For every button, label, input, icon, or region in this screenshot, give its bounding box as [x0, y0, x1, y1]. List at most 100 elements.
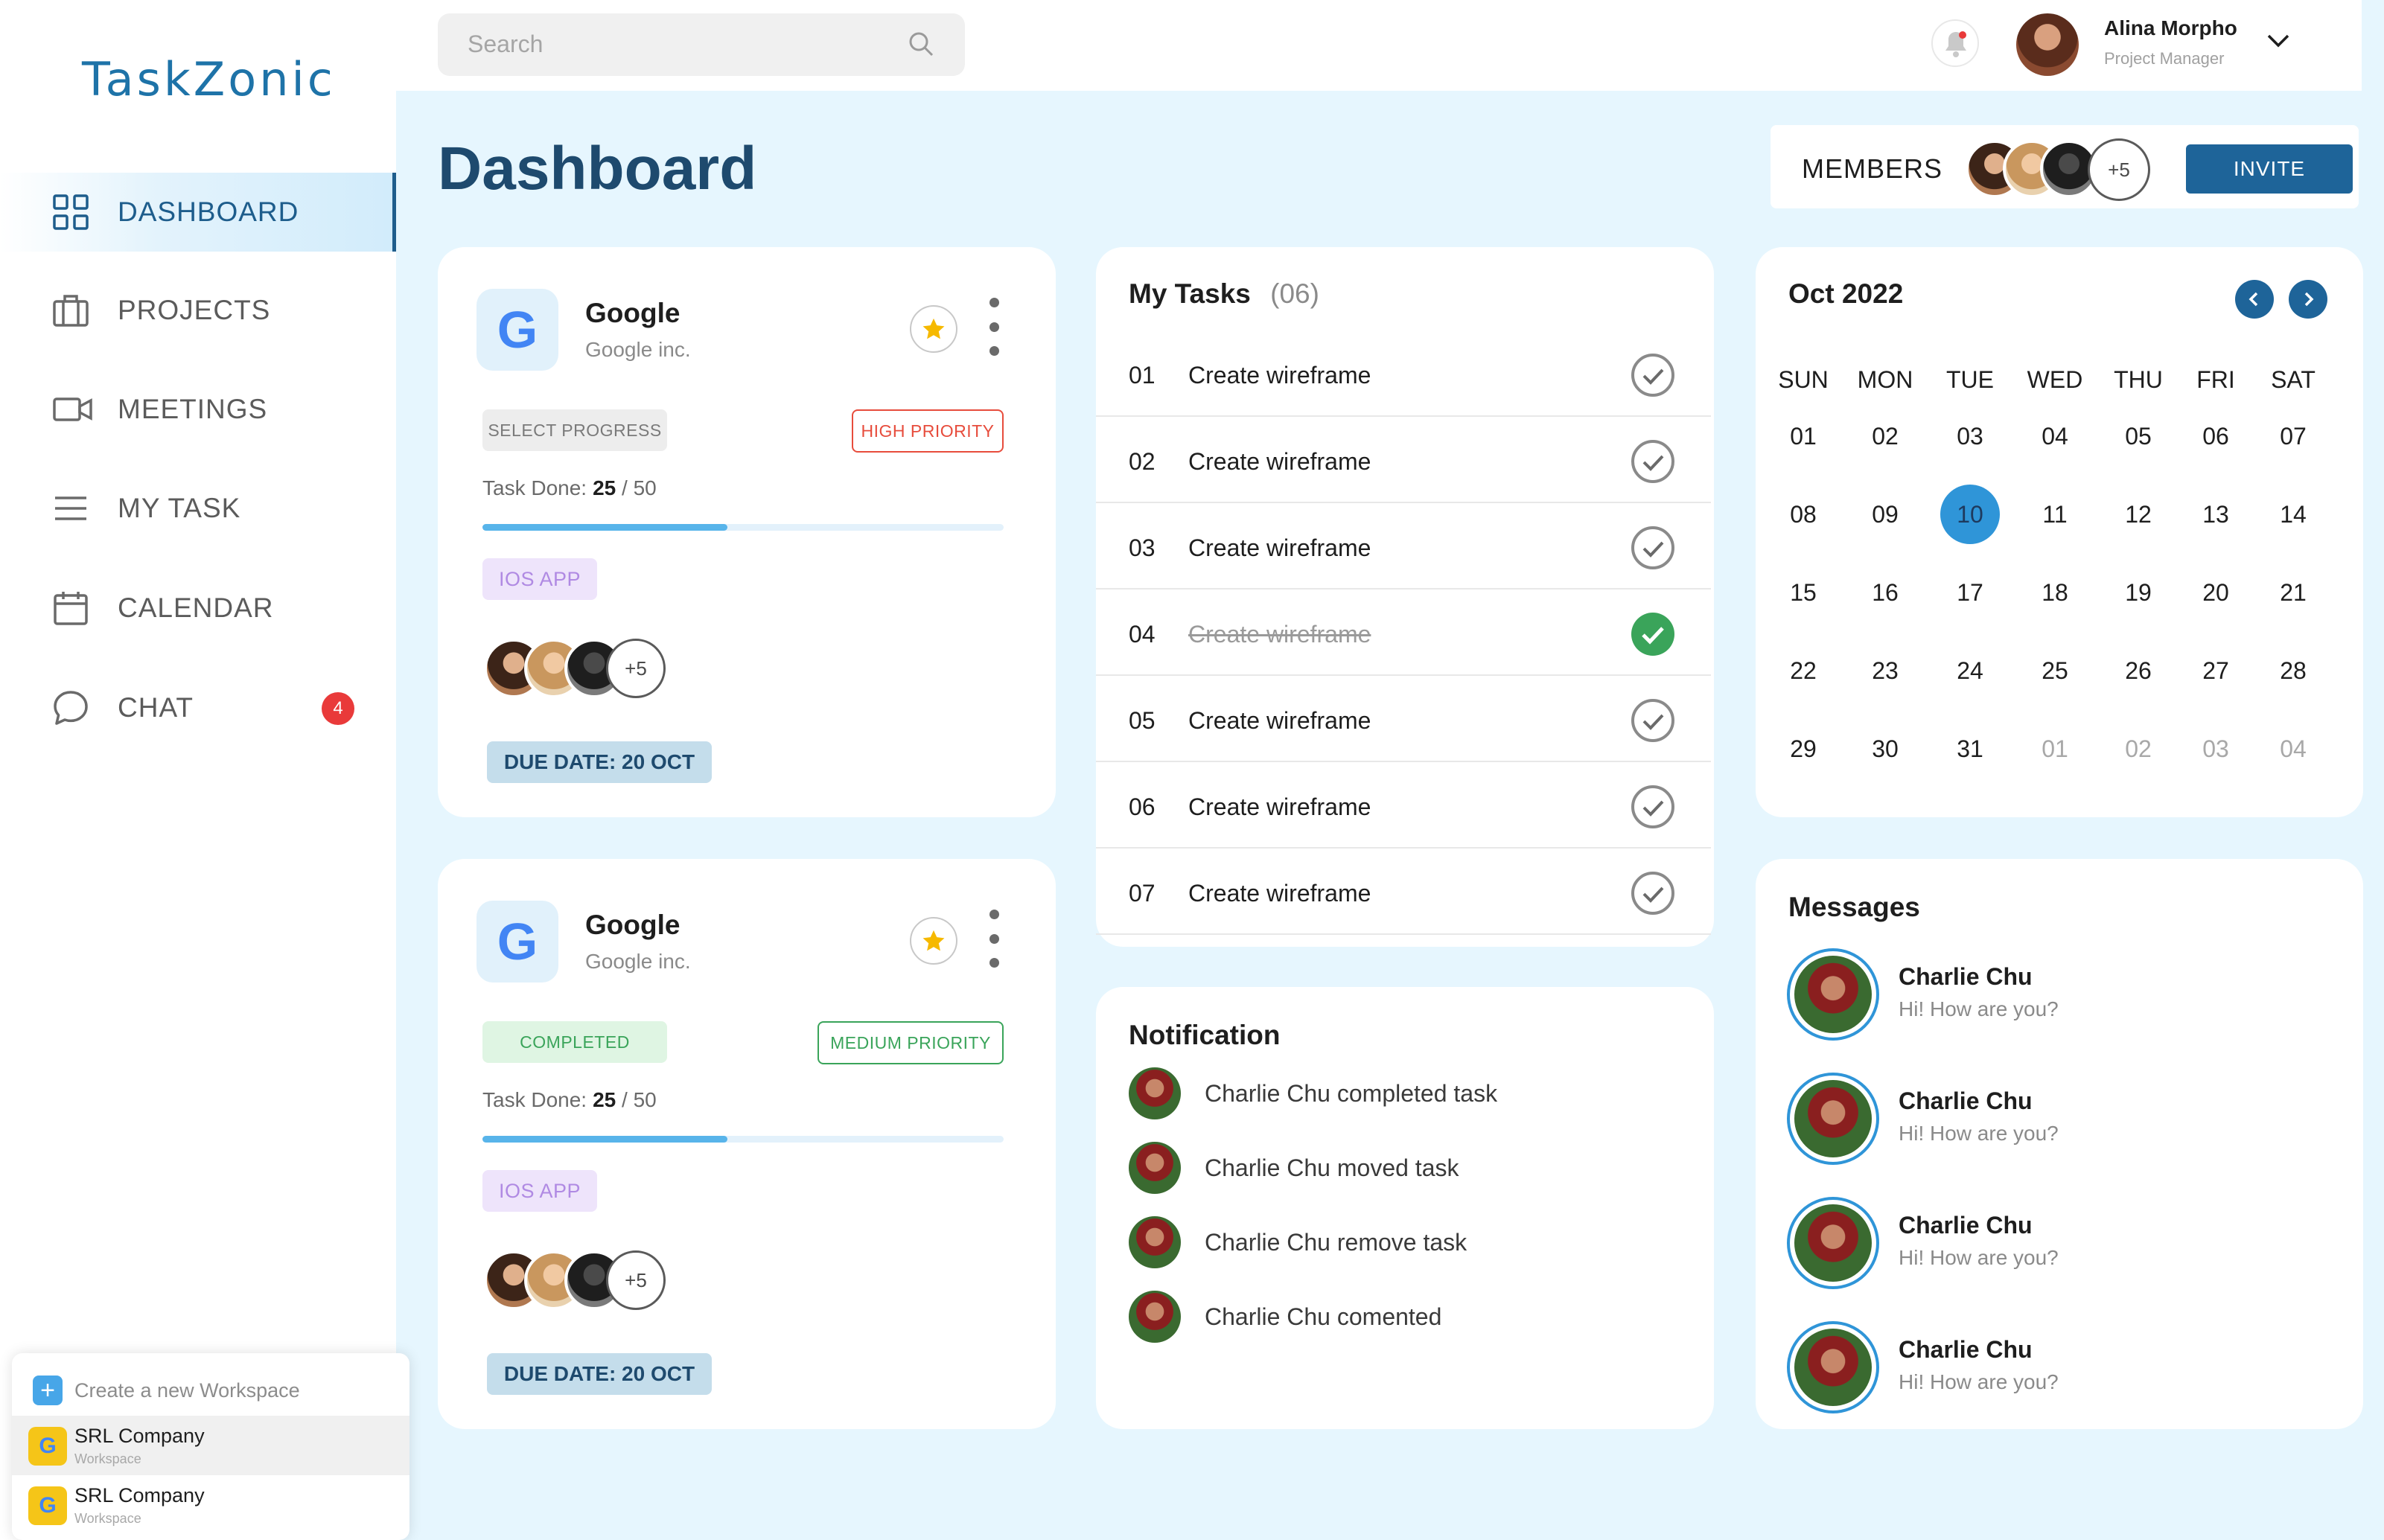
more-members-count[interactable]: +5	[2088, 138, 2150, 201]
notification-item[interactable]: Charlie Chu completed task	[1129, 1067, 1497, 1119]
calendar-day[interactable]: 20	[2186, 563, 2246, 622]
calendar-day[interactable]: 29	[1773, 719, 1833, 779]
due-date-badge: DUE DATE: 20 OCT	[487, 741, 712, 783]
calendar-day[interactable]: 01	[1773, 406, 1833, 466]
check-circle-icon[interactable]	[1631, 785, 1675, 829]
calendar-day[interactable]: 17	[1940, 563, 2000, 622]
calendar-day[interactable]: 19	[2109, 563, 2168, 622]
check-circle-icon[interactable]	[1631, 871, 1675, 916]
priority-badge: HIGH PRIORITY	[852, 409, 1004, 453]
plus-icon: +	[33, 1376, 63, 1405]
task-row[interactable]: 06 Create wireframe	[1096, 762, 1711, 849]
workspace-item[interactable]: G SRL Company Workspace	[12, 1475, 409, 1535]
calendar-day[interactable]: 03	[1940, 406, 2000, 466]
project-name: Google	[585, 910, 681, 940]
calendar-day[interactable]: 02	[2109, 719, 2168, 779]
progress-select[interactable]: SELECT PROGRESS	[482, 409, 667, 451]
calendar-day[interactable]: 21	[2263, 563, 2323, 622]
check-circle-filled-icon[interactable]	[1631, 612, 1675, 656]
check-circle-icon[interactable]	[1631, 353, 1675, 397]
chevron-down-icon[interactable]	[2265, 30, 2292, 52]
calendar-day[interactable]: 30	[1855, 719, 1915, 779]
calendar-day[interactable]: 04	[2025, 406, 2085, 466]
more-members-count[interactable]: +5	[606, 1250, 666, 1310]
calendar-day[interactable]: 13	[2186, 485, 2246, 544]
calendar-day[interactable]: 27	[2186, 641, 2246, 700]
calendar-day[interactable]: 09	[1855, 485, 1915, 544]
check-circle-icon[interactable]	[1631, 439, 1675, 484]
message-item[interactable]: Charlie Chu Hi! How are you?	[1787, 948, 2308, 1041]
calendar-day[interactable]: 15	[1773, 563, 1833, 622]
next-month-button[interactable]	[2289, 280, 2327, 319]
calendar-day[interactable]: 07	[2263, 406, 2323, 466]
calendar-day[interactable]: 31	[1940, 719, 2000, 779]
calendar-day[interactable]: 23	[1855, 641, 1915, 700]
calendar-day[interactable]: 06	[2186, 406, 2246, 466]
app-logo[interactable]: TaskZonic	[82, 52, 336, 106]
calendar-day[interactable]: 22	[1773, 641, 1833, 700]
task-row[interactable]: 05 Create wireframe	[1096, 676, 1711, 762]
notification-item[interactable]: Charlie Chu comented	[1129, 1291, 1441, 1343]
sidebar-item-dashboard[interactable]: DASHBOARD	[0, 173, 396, 252]
calendar-day[interactable]: 04	[2263, 719, 2323, 779]
sidebar-item-my-task[interactable]: MY TASK	[0, 469, 396, 548]
avatar	[1129, 1067, 1181, 1119]
task-row[interactable]: 04 Create wireframe	[1096, 590, 1711, 676]
calendar-day[interactable]: 14	[2263, 485, 2323, 544]
search-placeholder: Search	[468, 31, 544, 57]
user-avatar[interactable]	[2016, 13, 2079, 76]
sidebar-item-meetings[interactable]: MEETINGS	[0, 370, 396, 449]
notifications-button[interactable]	[1931, 19, 1979, 67]
calendar-day[interactable]: 24	[1940, 641, 2000, 700]
message-item[interactable]: Charlie Chu Hi! How are you?	[1787, 1197, 2308, 1289]
favorite-button[interactable]	[910, 917, 957, 965]
message-item[interactable]: Charlie Chu Hi! How are you?	[1787, 1073, 2308, 1165]
check-circle-icon[interactable]	[1631, 698, 1675, 743]
task-row[interactable]: 07 Create wireframe	[1096, 849, 1711, 935]
star-icon	[921, 316, 946, 342]
more-members-count[interactable]: +5	[606, 639, 666, 698]
sidebar-item-calendar[interactable]: CALENDAR	[0, 569, 396, 648]
calendar-day[interactable]: 10	[1940, 485, 2000, 544]
task-done: Task Done: 25 / 50	[482, 1088, 657, 1112]
weekday-label: MON	[1857, 366, 1913, 393]
check-circle-icon[interactable]	[1631, 525, 1675, 570]
calendar-day[interactable]: 12	[2109, 485, 2168, 544]
avatar	[1787, 1197, 1879, 1289]
task-row[interactable]: 03 Create wireframe	[1096, 503, 1711, 590]
more-options-icon[interactable]	[989, 298, 999, 356]
calendar-day[interactable]: 08	[1773, 485, 1833, 544]
create-workspace-button[interactable]: + Create a new Workspace	[33, 1376, 300, 1405]
calendar-day[interactable]: 02	[1855, 406, 1915, 466]
notification-item[interactable]: Charlie Chu moved task	[1129, 1142, 1459, 1194]
calendar-day[interactable]: 05	[2109, 406, 2168, 466]
search-input[interactable]: Search	[438, 13, 965, 76]
message-preview: Hi! How are you?	[1899, 1370, 2059, 1393]
menu-icon	[52, 490, 89, 527]
message-item[interactable]: Charlie Chu Hi! How are you?	[1787, 1321, 2308, 1413]
project-company: Google inc.	[585, 338, 691, 361]
calendar-day[interactable]: 18	[2025, 563, 2085, 622]
calendar-day[interactable]: 16	[1855, 563, 1915, 622]
message-sender: Charlie Chu	[1899, 1336, 2033, 1363]
prev-month-button[interactable]	[2235, 280, 2274, 319]
progress-fill	[482, 1136, 727, 1143]
task-row[interactable]: 02 Create wireframe	[1096, 417, 1711, 503]
sidebar-item-projects[interactable]: PROJECTS	[0, 271, 396, 350]
task-row[interactable]: 01 Create wireframe	[1096, 330, 1711, 417]
avatar-photo	[1794, 956, 1872, 1033]
calendar-day[interactable]: 01	[2025, 719, 2085, 779]
calendar-day[interactable]: 11	[2025, 485, 2085, 544]
progress-select[interactable]: COMPLETED	[482, 1021, 667, 1063]
calendar-day[interactable]: 28	[2263, 641, 2323, 700]
calendar-day[interactable]: 03	[2186, 719, 2246, 779]
calendar-day[interactable]: 26	[2109, 641, 2168, 700]
bell-icon	[1943, 30, 1969, 58]
favorite-button[interactable]	[910, 305, 957, 353]
workspace-item[interactable]: G SRL Company Workspace	[12, 1416, 409, 1475]
notification-item[interactable]: Charlie Chu remove task	[1129, 1216, 1467, 1268]
invite-button[interactable]: INVITE	[2186, 144, 2353, 194]
notification-text: Charlie Chu remove task	[1205, 1228, 1467, 1256]
calendar-day[interactable]: 25	[2025, 641, 2085, 700]
more-options-icon[interactable]	[989, 910, 999, 968]
